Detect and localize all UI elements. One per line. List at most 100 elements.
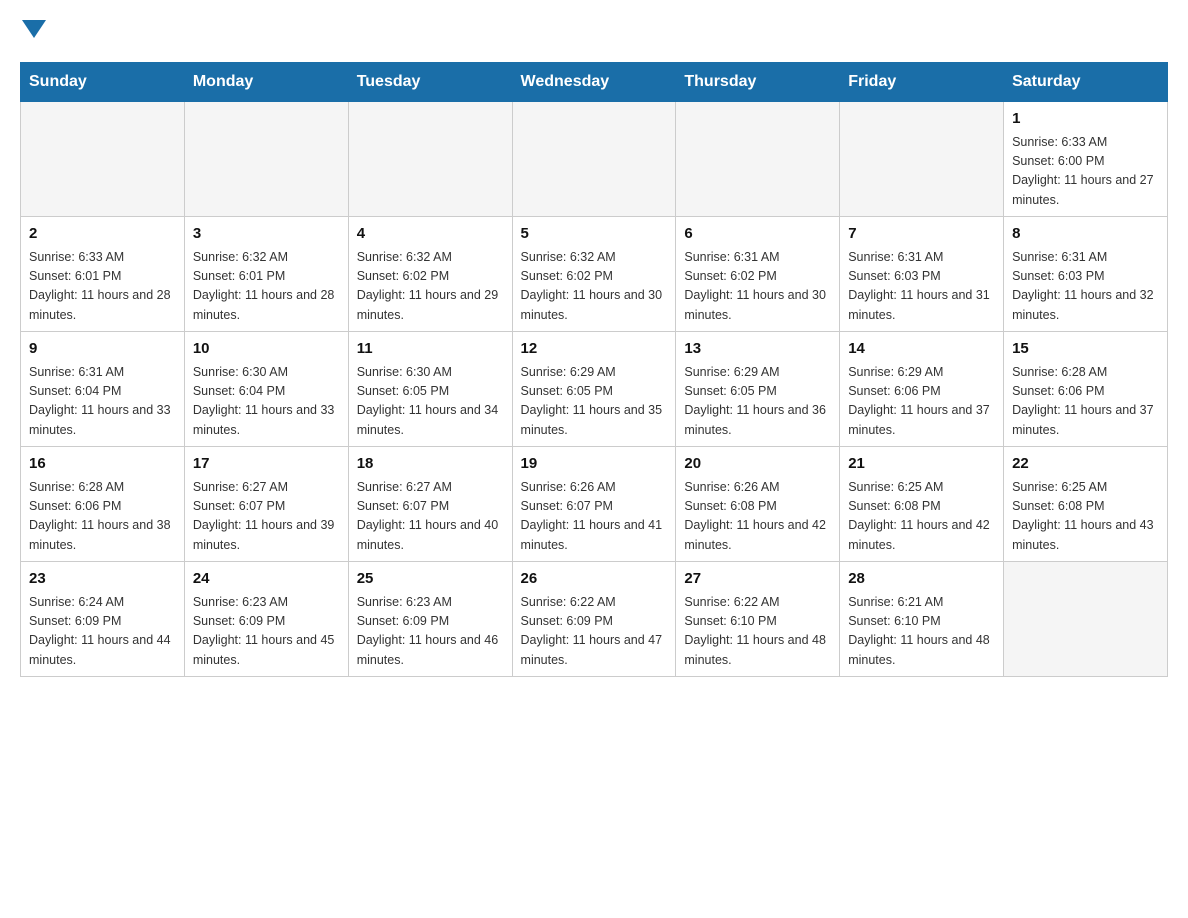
day-number: 9 — [29, 338, 176, 361]
day-number: 20 — [684, 453, 831, 476]
day-number: 6 — [684, 223, 831, 246]
day-info: Sunrise: 6:29 AM Sunset: 6:05 PM Dayligh… — [684, 363, 831, 441]
calendar-cell: 28Sunrise: 6:21 AM Sunset: 6:10 PM Dayli… — [840, 562, 1004, 677]
day-number: 26 — [521, 568, 668, 591]
day-info: Sunrise: 6:27 AM Sunset: 6:07 PM Dayligh… — [193, 478, 340, 556]
calendar-cell: 13Sunrise: 6:29 AM Sunset: 6:05 PM Dayli… — [676, 332, 840, 447]
day-info: Sunrise: 6:26 AM Sunset: 6:08 PM Dayligh… — [684, 478, 831, 556]
calendar-cell: 12Sunrise: 6:29 AM Sunset: 6:05 PM Dayli… — [512, 332, 676, 447]
day-info: Sunrise: 6:23 AM Sunset: 6:09 PM Dayligh… — [193, 593, 340, 671]
calendar-week-row: 1Sunrise: 6:33 AM Sunset: 6:00 PM Daylig… — [21, 102, 1168, 217]
calendar-cell: 24Sunrise: 6:23 AM Sunset: 6:09 PM Dayli… — [184, 562, 348, 677]
calendar-cell: 2Sunrise: 6:33 AM Sunset: 6:01 PM Daylig… — [21, 217, 185, 332]
calendar-table: SundayMondayTuesdayWednesdayThursdayFrid… — [20, 62, 1168, 677]
calendar-cell: 3Sunrise: 6:32 AM Sunset: 6:01 PM Daylig… — [184, 217, 348, 332]
day-number: 16 — [29, 453, 176, 476]
day-number: 24 — [193, 568, 340, 591]
day-info: Sunrise: 6:29 AM Sunset: 6:05 PM Dayligh… — [521, 363, 668, 441]
day-info: Sunrise: 6:27 AM Sunset: 6:07 PM Dayligh… — [357, 478, 504, 556]
calendar-cell: 4Sunrise: 6:32 AM Sunset: 6:02 PM Daylig… — [348, 217, 512, 332]
calendar-cell: 5Sunrise: 6:32 AM Sunset: 6:02 PM Daylig… — [512, 217, 676, 332]
header-tuesday: Tuesday — [348, 63, 512, 102]
calendar-cell: 1Sunrise: 6:33 AM Sunset: 6:00 PM Daylig… — [1004, 102, 1168, 217]
logo — [20, 20, 46, 42]
calendar-week-row: 23Sunrise: 6:24 AM Sunset: 6:09 PM Dayli… — [21, 562, 1168, 677]
logo-triangle-icon — [22, 20, 46, 38]
day-info: Sunrise: 6:23 AM Sunset: 6:09 PM Dayligh… — [357, 593, 504, 671]
day-number: 15 — [1012, 338, 1159, 361]
calendar-cell: 18Sunrise: 6:27 AM Sunset: 6:07 PM Dayli… — [348, 447, 512, 562]
day-number: 12 — [521, 338, 668, 361]
calendar-cell: 16Sunrise: 6:28 AM Sunset: 6:06 PM Dayli… — [21, 447, 185, 562]
day-number: 17 — [193, 453, 340, 476]
calendar-cell: 23Sunrise: 6:24 AM Sunset: 6:09 PM Dayli… — [21, 562, 185, 677]
calendar-cell — [676, 102, 840, 217]
day-number: 14 — [848, 338, 995, 361]
calendar-cell: 25Sunrise: 6:23 AM Sunset: 6:09 PM Dayli… — [348, 562, 512, 677]
day-info: Sunrise: 6:22 AM Sunset: 6:10 PM Dayligh… — [684, 593, 831, 671]
day-number: 28 — [848, 568, 995, 591]
day-info: Sunrise: 6:32 AM Sunset: 6:02 PM Dayligh… — [521, 248, 668, 326]
calendar-cell — [512, 102, 676, 217]
calendar-cell: 7Sunrise: 6:31 AM Sunset: 6:03 PM Daylig… — [840, 217, 1004, 332]
calendar-cell — [840, 102, 1004, 217]
day-number: 7 — [848, 223, 995, 246]
calendar-cell: 9Sunrise: 6:31 AM Sunset: 6:04 PM Daylig… — [21, 332, 185, 447]
calendar-cell — [184, 102, 348, 217]
day-info: Sunrise: 6:32 AM Sunset: 6:01 PM Dayligh… — [193, 248, 340, 326]
day-number: 2 — [29, 223, 176, 246]
calendar-cell: 14Sunrise: 6:29 AM Sunset: 6:06 PM Dayli… — [840, 332, 1004, 447]
calendar-cell: 10Sunrise: 6:30 AM Sunset: 6:04 PM Dayli… — [184, 332, 348, 447]
calendar-week-row: 9Sunrise: 6:31 AM Sunset: 6:04 PM Daylig… — [21, 332, 1168, 447]
day-info: Sunrise: 6:21 AM Sunset: 6:10 PM Dayligh… — [848, 593, 995, 671]
calendar-cell — [348, 102, 512, 217]
calendar-cell: 11Sunrise: 6:30 AM Sunset: 6:05 PM Dayli… — [348, 332, 512, 447]
calendar-cell: 6Sunrise: 6:31 AM Sunset: 6:02 PM Daylig… — [676, 217, 840, 332]
day-number: 27 — [684, 568, 831, 591]
day-number: 11 — [357, 338, 504, 361]
header-sunday: Sunday — [21, 63, 185, 102]
day-info: Sunrise: 6:33 AM Sunset: 6:00 PM Dayligh… — [1012, 133, 1159, 211]
day-info: Sunrise: 6:26 AM Sunset: 6:07 PM Dayligh… — [521, 478, 668, 556]
header-wednesday: Wednesday — [512, 63, 676, 102]
calendar-cell: 26Sunrise: 6:22 AM Sunset: 6:09 PM Dayli… — [512, 562, 676, 677]
day-info: Sunrise: 6:22 AM Sunset: 6:09 PM Dayligh… — [521, 593, 668, 671]
day-info: Sunrise: 6:31 AM Sunset: 6:02 PM Dayligh… — [684, 248, 831, 326]
day-info: Sunrise: 6:31 AM Sunset: 6:04 PM Dayligh… — [29, 363, 176, 441]
calendar-header-row: SundayMondayTuesdayWednesdayThursdayFrid… — [21, 63, 1168, 102]
calendar-cell: 20Sunrise: 6:26 AM Sunset: 6:08 PM Dayli… — [676, 447, 840, 562]
day-number: 1 — [1012, 108, 1159, 131]
day-number: 19 — [521, 453, 668, 476]
day-number: 5 — [521, 223, 668, 246]
day-info: Sunrise: 6:25 AM Sunset: 6:08 PM Dayligh… — [848, 478, 995, 556]
day-number: 18 — [357, 453, 504, 476]
page-header — [20, 20, 1168, 42]
calendar-cell: 27Sunrise: 6:22 AM Sunset: 6:10 PM Dayli… — [676, 562, 840, 677]
calendar-cell: 22Sunrise: 6:25 AM Sunset: 6:08 PM Dayli… — [1004, 447, 1168, 562]
day-number: 13 — [684, 338, 831, 361]
day-number: 21 — [848, 453, 995, 476]
day-number: 8 — [1012, 223, 1159, 246]
day-info: Sunrise: 6:24 AM Sunset: 6:09 PM Dayligh… — [29, 593, 176, 671]
day-info: Sunrise: 6:33 AM Sunset: 6:01 PM Dayligh… — [29, 248, 176, 326]
calendar-cell — [21, 102, 185, 217]
day-info: Sunrise: 6:32 AM Sunset: 6:02 PM Dayligh… — [357, 248, 504, 326]
header-thursday: Thursday — [676, 63, 840, 102]
day-info: Sunrise: 6:30 AM Sunset: 6:04 PM Dayligh… — [193, 363, 340, 441]
day-number: 22 — [1012, 453, 1159, 476]
header-friday: Friday — [840, 63, 1004, 102]
day-info: Sunrise: 6:28 AM Sunset: 6:06 PM Dayligh… — [29, 478, 176, 556]
calendar-cell: 8Sunrise: 6:31 AM Sunset: 6:03 PM Daylig… — [1004, 217, 1168, 332]
day-info: Sunrise: 6:28 AM Sunset: 6:06 PM Dayligh… — [1012, 363, 1159, 441]
day-number: 25 — [357, 568, 504, 591]
header-saturday: Saturday — [1004, 63, 1168, 102]
day-number: 3 — [193, 223, 340, 246]
day-info: Sunrise: 6:25 AM Sunset: 6:08 PM Dayligh… — [1012, 478, 1159, 556]
calendar-cell: 19Sunrise: 6:26 AM Sunset: 6:07 PM Dayli… — [512, 447, 676, 562]
day-info: Sunrise: 6:30 AM Sunset: 6:05 PM Dayligh… — [357, 363, 504, 441]
day-info: Sunrise: 6:31 AM Sunset: 6:03 PM Dayligh… — [848, 248, 995, 326]
calendar-cell — [1004, 562, 1168, 677]
calendar-cell: 21Sunrise: 6:25 AM Sunset: 6:08 PM Dayli… — [840, 447, 1004, 562]
calendar-cell: 15Sunrise: 6:28 AM Sunset: 6:06 PM Dayli… — [1004, 332, 1168, 447]
day-number: 4 — [357, 223, 504, 246]
